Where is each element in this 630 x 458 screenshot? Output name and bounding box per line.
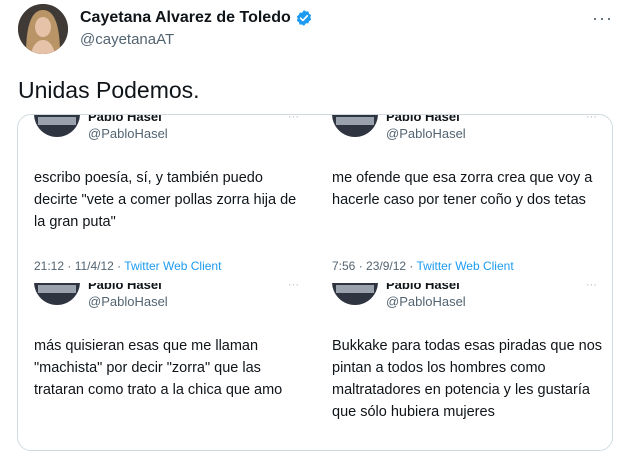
embedded-name: Pablo Hasel <box>88 283 162 292</box>
author-name-text[interactable]: Cayetana Alvarez de Toledo <box>80 9 291 27</box>
author-name[interactable]: Cayetana Alvarez de Toledo <box>80 9 313 27</box>
tweet-text: Unidas Podemos. <box>18 77 200 103</box>
verified-badge-icon <box>296 10 311 26</box>
embedded-text: me ofende que esa zorra crea que voy a h… <box>332 170 593 208</box>
more-horizontal-icon: ··· <box>288 283 299 291</box>
embedded-name: Pablo Hasel <box>386 283 460 292</box>
embedded-meta: 21:12 · 11/4/12 · Twitter Web Client <box>34 259 221 273</box>
embedded-handle: @PabloHasel <box>386 126 466 141</box>
embedded-time: 21:12 · 11/4/12 · <box>34 259 125 273</box>
embedded-tweet: Pablo Hasel @PabloHasel ··· Bukkake para… <box>316 283 612 450</box>
more-horizontal-icon: ··· <box>586 283 597 291</box>
embedded-handle: @PabloHasel <box>88 294 168 309</box>
embedded-text: Bukkake para todas esas piradas que nos … <box>332 338 603 420</box>
author-avatar[interactable] <box>18 4 68 54</box>
embedded-name: Pablo Hasel <box>88 115 162 124</box>
embedded-client: Twitter Web Client <box>416 259 514 273</box>
more-horizontal-icon: ··· <box>288 115 299 123</box>
embedded-text: más quisieran esas que me llaman "machis… <box>34 338 283 398</box>
embedded-avatar <box>332 115 378 137</box>
embedded-avatar <box>34 115 80 137</box>
tweet-image[interactable]: Pablo Hasel @PabloHasel ··· escribo poes… <box>17 114 613 451</box>
embedded-handle: @PabloHasel <box>386 294 466 309</box>
embedded-avatar <box>34 283 80 305</box>
embedded-tweet: Pablo Hasel @PabloHasel ··· me ofende qu… <box>316 115 612 282</box>
embedded-text: escribo poesía, sí, y también puedo deci… <box>34 170 297 230</box>
more-horizontal-icon[interactable]: ··· <box>592 8 613 29</box>
more-horizontal-icon: ··· <box>586 115 597 123</box>
author-handle[interactable]: @cayetanaAT <box>80 31 174 48</box>
embedded-name: Pablo Hasel <box>386 115 460 124</box>
embedded-client: Twitter Web Client <box>124 259 222 273</box>
embedded-meta: 7:56 · 23/9/12 · Twitter Web Client <box>332 259 514 273</box>
embedded-handle: @PabloHasel <box>88 126 168 141</box>
embedded-time: 7:56 · 23/9/12 · <box>332 259 417 273</box>
embedded-avatar <box>332 283 378 305</box>
embedded-tweet: Pablo Hasel @PabloHasel ··· más quisiera… <box>18 283 314 450</box>
embedded-tweet: Pablo Hasel @PabloHasel ··· escribo poes… <box>18 115 314 282</box>
